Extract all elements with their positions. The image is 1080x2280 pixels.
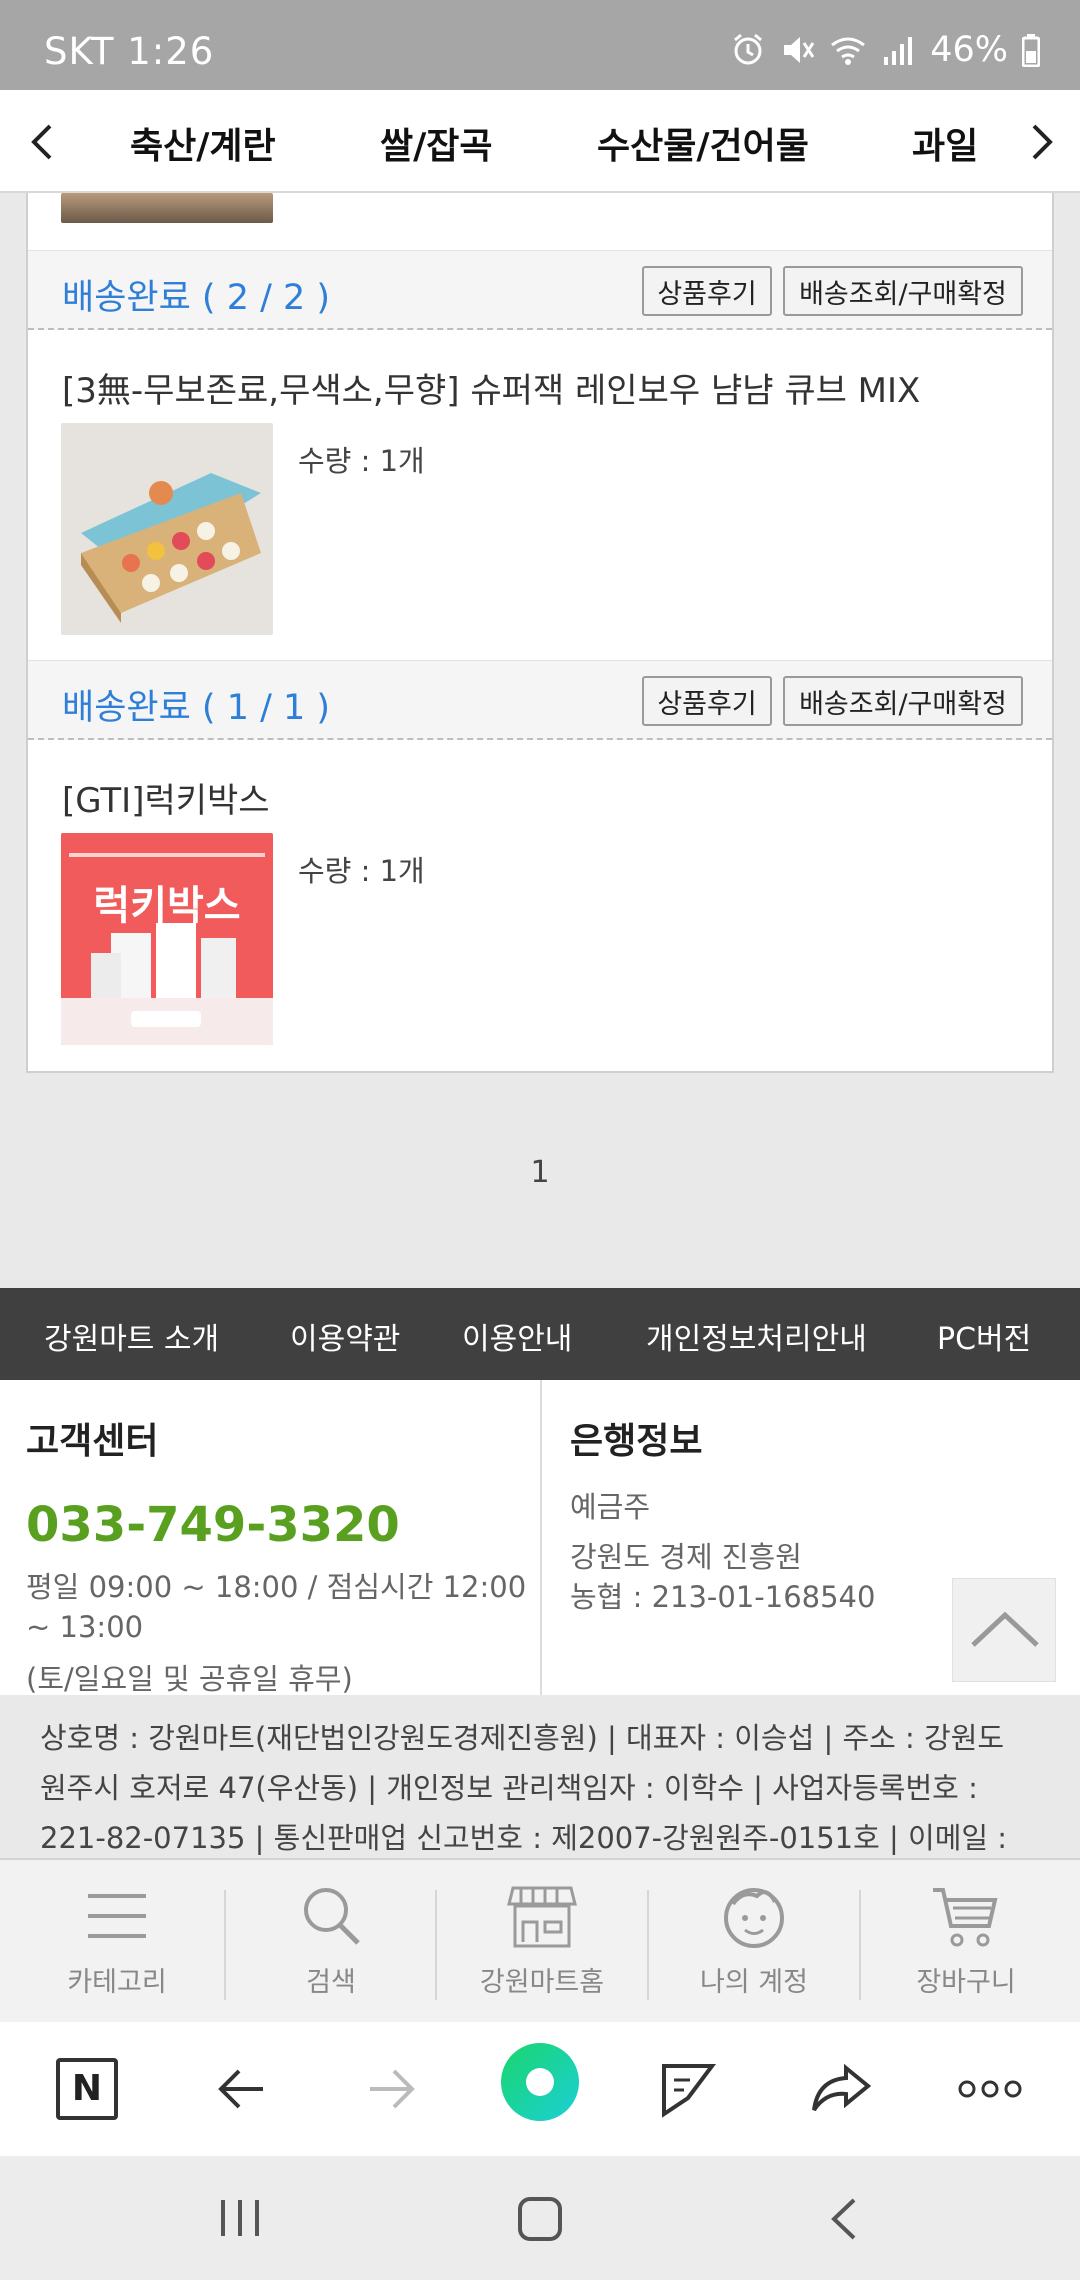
face-icon [724,1888,784,1948]
cart-icon [933,1888,998,1947]
back-arrow-icon[interactable] [213,2058,269,2120]
chevron-up-icon [971,1611,1039,1647]
product-thumbnail[interactable]: 럭키박스 [61,833,273,1045]
order-list: 배송완료 ( 2 / 2 ) 상품후기 배송조회/구매확정 [3無-무보존료,무… [26,193,1054,1073]
tab-label: 장바구니 [916,1967,1016,1998]
footer-link-about[interactable]: 강원마트 소개 [44,1314,219,1358]
system-navigation [0,2156,1080,2280]
company-info-line-1: 상호명 : 강원마트(재단법인강원도경제진흥원) | 대표자 : 이승섭 | 주… [40,1721,1005,1755]
product-thumbnail[interactable] [61,423,273,635]
footer-link-terms[interactable]: 이용약관 [290,1314,400,1358]
tab-home[interactable]: 강원마트홈 [437,1860,647,2024]
back-icon[interactable] [820,2194,870,2244]
naver-home-button[interactable]: N [56,2058,118,2120]
tab-label: 카테고리 [67,1967,167,1998]
review-button[interactable]: 상품후기 [642,266,772,316]
bank-account: 농협 : 213-01-168540 [570,1580,876,1614]
browser-toolbar: N [0,2022,1080,2156]
mute-icon [784,37,815,63]
cube-snack-image [61,423,273,635]
footer-nav: 강원마트 소개 이용약관 이용안내 개인정보처리안내 PC버전 [0,1288,1080,1380]
company-info-line-3: 221-82-07135 | 통신판매업 신고번호 : 제2007-강원원주-0… [40,1821,1008,1855]
tab-search[interactable]: 검색 [226,1860,436,2024]
company-info: 상호명 : 강원마트(재단법인강원도경제진흥원) | 대표자 : 이승섭 | 주… [0,1695,1080,1860]
customer-hours-line-1: 평일 09:00 ~ 18:00 / 점심시간 12:00 [26,1570,527,1604]
recent-apps-icon[interactable] [215,2196,265,2240]
bottom-tab-bar: 카테고리 검색 강원마트홈 나의 계정 장바구니 [0,1858,1080,2022]
product-name[interactable]: [3無-무보존료,무색소,무향] 슈퍼잭 레인보우 냠냠 큐브 MIX [62,363,920,412]
product-thumbnail-previous[interactable] [61,193,273,223]
chevron-right-icon[interactable] [1022,120,1062,164]
category-bar: 축산/계란 쌀/잡곡 수산물/건어물 과일 [0,90,1080,193]
tab-label: 강원마트홈 [479,1967,605,1998]
status-bar: SKT 1:26 46% [0,0,1080,90]
more-icon[interactable] [955,2058,1025,2120]
share-icon[interactable] [810,2058,872,2120]
customer-center-phone[interactable]: 033-749-3320 [26,1497,400,1553]
menu-icon [88,1894,146,1938]
scroll-to-top-button[interactable] [952,1578,1056,1682]
category-livestock[interactable]: 축산/계란 [130,117,276,169]
tab-cart[interactable]: 장바구니 [861,1860,1071,2024]
page-number-current[interactable]: 1 [530,1155,549,1190]
order-status-row: 배송완료 ( 1 / 1 ) 상품후기 배송조회/구매확정 [28,660,1052,740]
customer-hours-line-2: ~ 13:00 [26,1610,144,1644]
tab-category[interactable]: 카테고리 [12,1860,222,2024]
battery-percent: 46% [930,30,1008,70]
track-confirm-button[interactable]: 배송조회/구매확정 [783,266,1023,316]
carrier-time: SKT 1:26 [44,30,215,73]
home-icon[interactable] [515,2194,565,2244]
order-status: 배송완료 ( 2 / 2 ) [62,278,331,318]
battery-icon [1022,34,1040,67]
category-fruit[interactable]: 과일 [912,117,978,169]
wifi-icon [831,37,866,65]
store-icon [507,1886,577,1948]
product-quantity: 수량 : 1개 [298,444,425,478]
customer-center-title: 고객센터 [26,1421,159,1462]
review-button[interactable]: 상품후기 [642,676,772,726]
signal-icon [884,37,913,65]
footer-link-privacy[interactable]: 개인정보처리안내 [646,1314,867,1358]
info-divider [540,1380,542,1695]
green-dot-button[interactable] [500,2042,580,2122]
alarm-icon [734,33,763,65]
bank-info-title: 은행정보 [570,1421,703,1462]
product-name[interactable]: [GTI]럭키박스 [62,773,270,822]
info-section: 고객센터 033-749-3320 평일 09:00 ~ 18:00 / 점심시… [0,1380,1080,1696]
bookmark-icon[interactable] [660,2058,716,2120]
tab-account[interactable]: 나의 계정 [649,1860,859,2024]
bank-holder-label: 예금주 [570,1490,651,1524]
track-confirm-button[interactable]: 배송조회/구매확정 [783,676,1023,726]
company-info-line-2: 원주시 호저로 47(우산동) | 개인정보 관리책임자 : 이학수 | 사업자… [40,1771,978,1805]
footer-link-guide[interactable]: 이용안내 [462,1314,572,1358]
product-quantity: 수량 : 1개 [298,854,425,888]
forward-arrow-icon[interactable] [364,2058,420,2120]
category-seafood[interactable]: 수산물/건어물 [597,117,809,169]
chevron-left-icon[interactable] [22,120,62,164]
order-status: 배송완료 ( 1 / 1 ) [62,688,331,728]
category-rice[interactable]: 쌀/잡곡 [380,117,493,169]
order-status-row: 배송완료 ( 2 / 2 ) 상품후기 배송조회/구매확정 [28,250,1052,330]
search-icon [304,1888,360,1945]
lucky-box-image [61,853,273,1045]
tab-label: 검색 [306,1967,356,1998]
customer-hours-line-3: (토/일요일 및 공휴일 휴무) [26,1662,353,1696]
footer-link-pc-version[interactable]: PC버전 [937,1314,1031,1358]
tab-label: 나의 계정 [700,1967,808,1998]
bank-holder: 강원도 경제 진흥원 [570,1540,802,1574]
pagination: 1 [0,1155,1080,1190]
